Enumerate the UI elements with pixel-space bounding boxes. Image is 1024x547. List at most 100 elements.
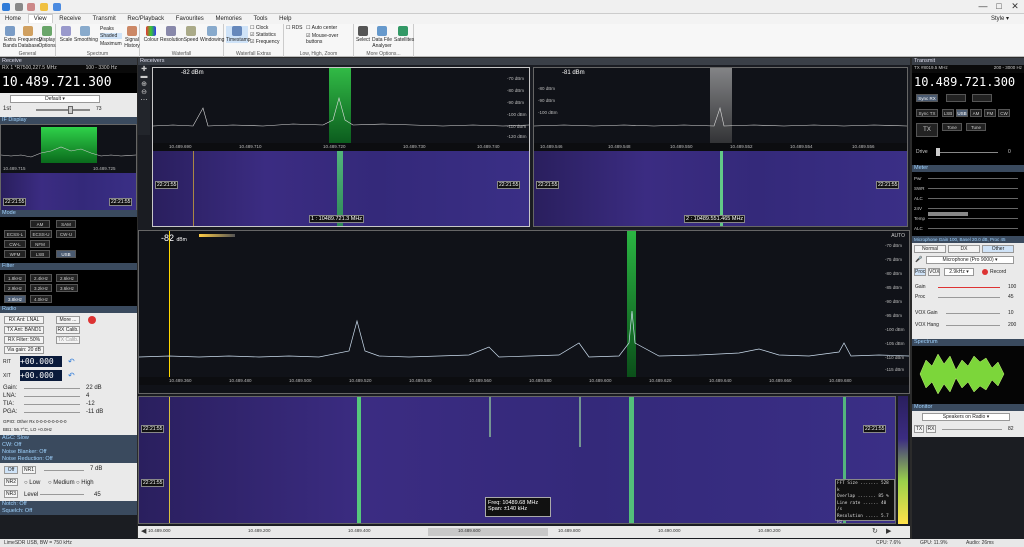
speed-button[interactable]: Speed xyxy=(182,26,200,43)
xit-reset-icon[interactable]: ↶ xyxy=(68,371,75,380)
star-icon[interactable] xyxy=(40,3,49,11)
nr-high[interactable]: ○ High xyxy=(76,480,94,486)
stop-icon[interactable] xyxy=(88,316,96,324)
vox-button[interactable]: VOX xyxy=(928,268,940,276)
preset-select[interactable]: Default ▾ xyxy=(10,95,100,103)
windowing-button[interactable]: Windowing xyxy=(200,26,224,43)
maximize-button[interactable]: □ xyxy=(992,1,1006,11)
waterfall-colorbar[interactable] xyxy=(898,396,908,524)
tx-button[interactable]: TX xyxy=(916,123,938,137)
mic-source-select[interactable]: Microphone (Pro 9000) ▾ xyxy=(926,256,1014,264)
scroll-thumb[interactable] xyxy=(428,528,548,536)
tx-calib-button[interactable]: TX Calib. xyxy=(56,336,80,344)
agc-row[interactable]: AGC: Slow xyxy=(0,435,137,442)
magnify-minus-icon[interactable]: ⊖ xyxy=(138,88,150,96)
scale-button[interactable]: Scale xyxy=(58,26,74,43)
signal-history-button[interactable]: Signal History xyxy=(124,26,140,49)
tone-button[interactable]: Tone xyxy=(942,123,962,131)
rx1-window[interactable]: -82 dBm -70 dBm -80 dBm -90 dBm -100 dBm… xyxy=(152,67,530,227)
proc-button[interactable]: Proc xyxy=(914,268,926,276)
menu-view[interactable]: View xyxy=(27,14,53,23)
mode-cw-l[interactable]: CW-L xyxy=(4,240,26,248)
filter-5[interactable]: 3.2kHz xyxy=(30,284,52,292)
select-button[interactable]: Select xyxy=(356,26,370,43)
mode-ecss-u[interactable]: ECSS-U xyxy=(30,230,52,238)
monitor-rx-button[interactable]: RX xyxy=(926,425,936,433)
style-menu[interactable]: Style ▾ xyxy=(986,14,1014,23)
timestamp-button[interactable]: Timestamp xyxy=(226,26,251,43)
volume-thumb[interactable] xyxy=(68,106,73,114)
scroll-left-icon[interactable]: ◀ xyxy=(141,527,146,535)
tx-mode-fm[interactable]: FM xyxy=(984,109,996,117)
mic-tab-normal[interactable]: Normal xyxy=(914,245,946,253)
extra-bands-button[interactable]: Extra Bands xyxy=(2,26,18,49)
nr-medium[interactable]: ○ Medium xyxy=(48,480,75,486)
peaks-toggle[interactable]: Peaks xyxy=(100,26,124,32)
if-display[interactable]: 10.489.715 10.489.725 22:21:55 22:21:55 xyxy=(0,124,137,210)
magnify-icon[interactable]: ⊕ xyxy=(138,80,150,88)
nr2-button[interactable]: NR2 xyxy=(4,478,18,486)
maximum-toggle[interactable]: Maximum xyxy=(100,41,122,47)
refresh-icon[interactable]: ↻ xyxy=(872,527,878,535)
pga-row[interactable]: PGA: -11 dB xyxy=(0,409,137,417)
more-button[interactable]: More ... xyxy=(56,316,80,324)
tune-button[interactable]: Tune xyxy=(966,123,986,131)
monitor-tx-button[interactable]: TX xyxy=(914,425,924,433)
noise-reduction-row[interactable]: Noise Reduction: Off xyxy=(0,456,137,463)
statistics-toggle[interactable]: ☑ Statistics xyxy=(250,32,282,38)
zoom-in-icon[interactable]: ✚ xyxy=(138,65,150,73)
tx-mode-am[interactable]: AM xyxy=(970,109,982,117)
tx-extra-button-2[interactable] xyxy=(972,94,992,102)
mode-sam[interactable]: SAM xyxy=(56,220,76,228)
shaded-toggle[interactable]: Shaded xyxy=(100,33,122,39)
filter-3[interactable]: 2.6kHz xyxy=(56,274,78,282)
home-icon[interactable] xyxy=(14,3,23,11)
sync-rx-button[interactable]: Sync RX xyxy=(916,94,938,102)
mic-tab-other[interactable]: Other xyxy=(982,245,1014,253)
volume-slider[interactable] xyxy=(36,109,90,111)
nr-off-button[interactable]: Off xyxy=(4,466,18,474)
monitor-device-select[interactable]: Speakers on Radio ▾ xyxy=(922,413,1010,421)
nr3-button[interactable]: NR3 xyxy=(4,490,18,498)
data-file-analyser-button[interactable]: Data File Analyser xyxy=(370,26,394,49)
filter-4[interactable]: 2.9kHz xyxy=(4,284,26,292)
mode-nfm[interactable]: NFM xyxy=(30,240,50,248)
minimize-button[interactable]: — xyxy=(976,1,990,11)
rit-reset-icon[interactable]: ↶ xyxy=(68,357,75,366)
rds-toggle[interactable]: ☐ RDS xyxy=(286,25,304,31)
transmit-frequency[interactable]: 10.489.721.300 xyxy=(912,73,1024,91)
menu-memories[interactable]: Memories xyxy=(210,15,246,23)
squelch-row[interactable]: Squelch: Off xyxy=(0,508,137,515)
mode-usb[interactable]: USB xyxy=(56,250,76,258)
tx-ant-select[interactable]: TX Ant: BAND1 xyxy=(4,326,44,334)
gain-row[interactable]: Gain: 22 dB xyxy=(0,385,137,393)
colour-button[interactable]: Colour xyxy=(142,26,160,43)
tia-row[interactable]: TIA: -12 xyxy=(0,401,137,409)
cw-row[interactable]: CW: Off xyxy=(0,442,137,449)
nr1-button[interactable]: NR1 xyxy=(22,466,36,474)
frequency-database-button[interactable]: Frequency Database xyxy=(18,26,42,49)
filter-6[interactable]: 3.6kHz xyxy=(56,284,78,292)
clock-toggle[interactable]: ☐ Clock xyxy=(250,25,282,31)
zoom-out-icon[interactable]: ▬ xyxy=(138,73,150,80)
tx-mode-lsb[interactable]: LSB xyxy=(942,109,954,117)
sync-tx-button[interactable]: Sync TX xyxy=(916,109,938,117)
close-button[interactable]: ✕ xyxy=(1008,1,1022,12)
mic-tab-dx[interactable]: DX xyxy=(948,245,980,253)
band-scroller[interactable]: ◀ 10.489.000 10.489.200 10.489.400 10.48… xyxy=(138,526,910,538)
mode-am[interactable]: AM xyxy=(30,220,50,228)
tx-mode-cw[interactable]: CW xyxy=(998,109,1010,117)
menu-favourites[interactable]: Favourites xyxy=(171,15,209,23)
noise-blanker-row[interactable]: Noise Blanker: Off xyxy=(0,449,137,456)
rx-calib-button[interactable]: RX Calib. xyxy=(56,326,80,334)
rit-value[interactable]: +00.000 xyxy=(20,356,62,367)
menu-home[interactable]: Home xyxy=(0,15,26,23)
rx-filter-select[interactable]: RX Filter: 50% xyxy=(4,336,44,344)
menu-tools[interactable]: Tools xyxy=(248,15,272,23)
display-options-button[interactable]: Display Options xyxy=(38,26,56,49)
bandwidth-select[interactable]: 2.9kHz ▾ xyxy=(944,268,974,276)
mouse-over-toggle[interactable]: ☑ Mouse-over buttons xyxy=(306,33,354,45)
via-gain-select[interactable]: Via gain: 20 dB xyxy=(4,346,44,354)
main-spectrum[interactable]: -82 dBm AUTO -70 dBm -75 dBm -80 dBm -85… xyxy=(138,230,910,394)
undo-icon[interactable] xyxy=(52,3,61,11)
